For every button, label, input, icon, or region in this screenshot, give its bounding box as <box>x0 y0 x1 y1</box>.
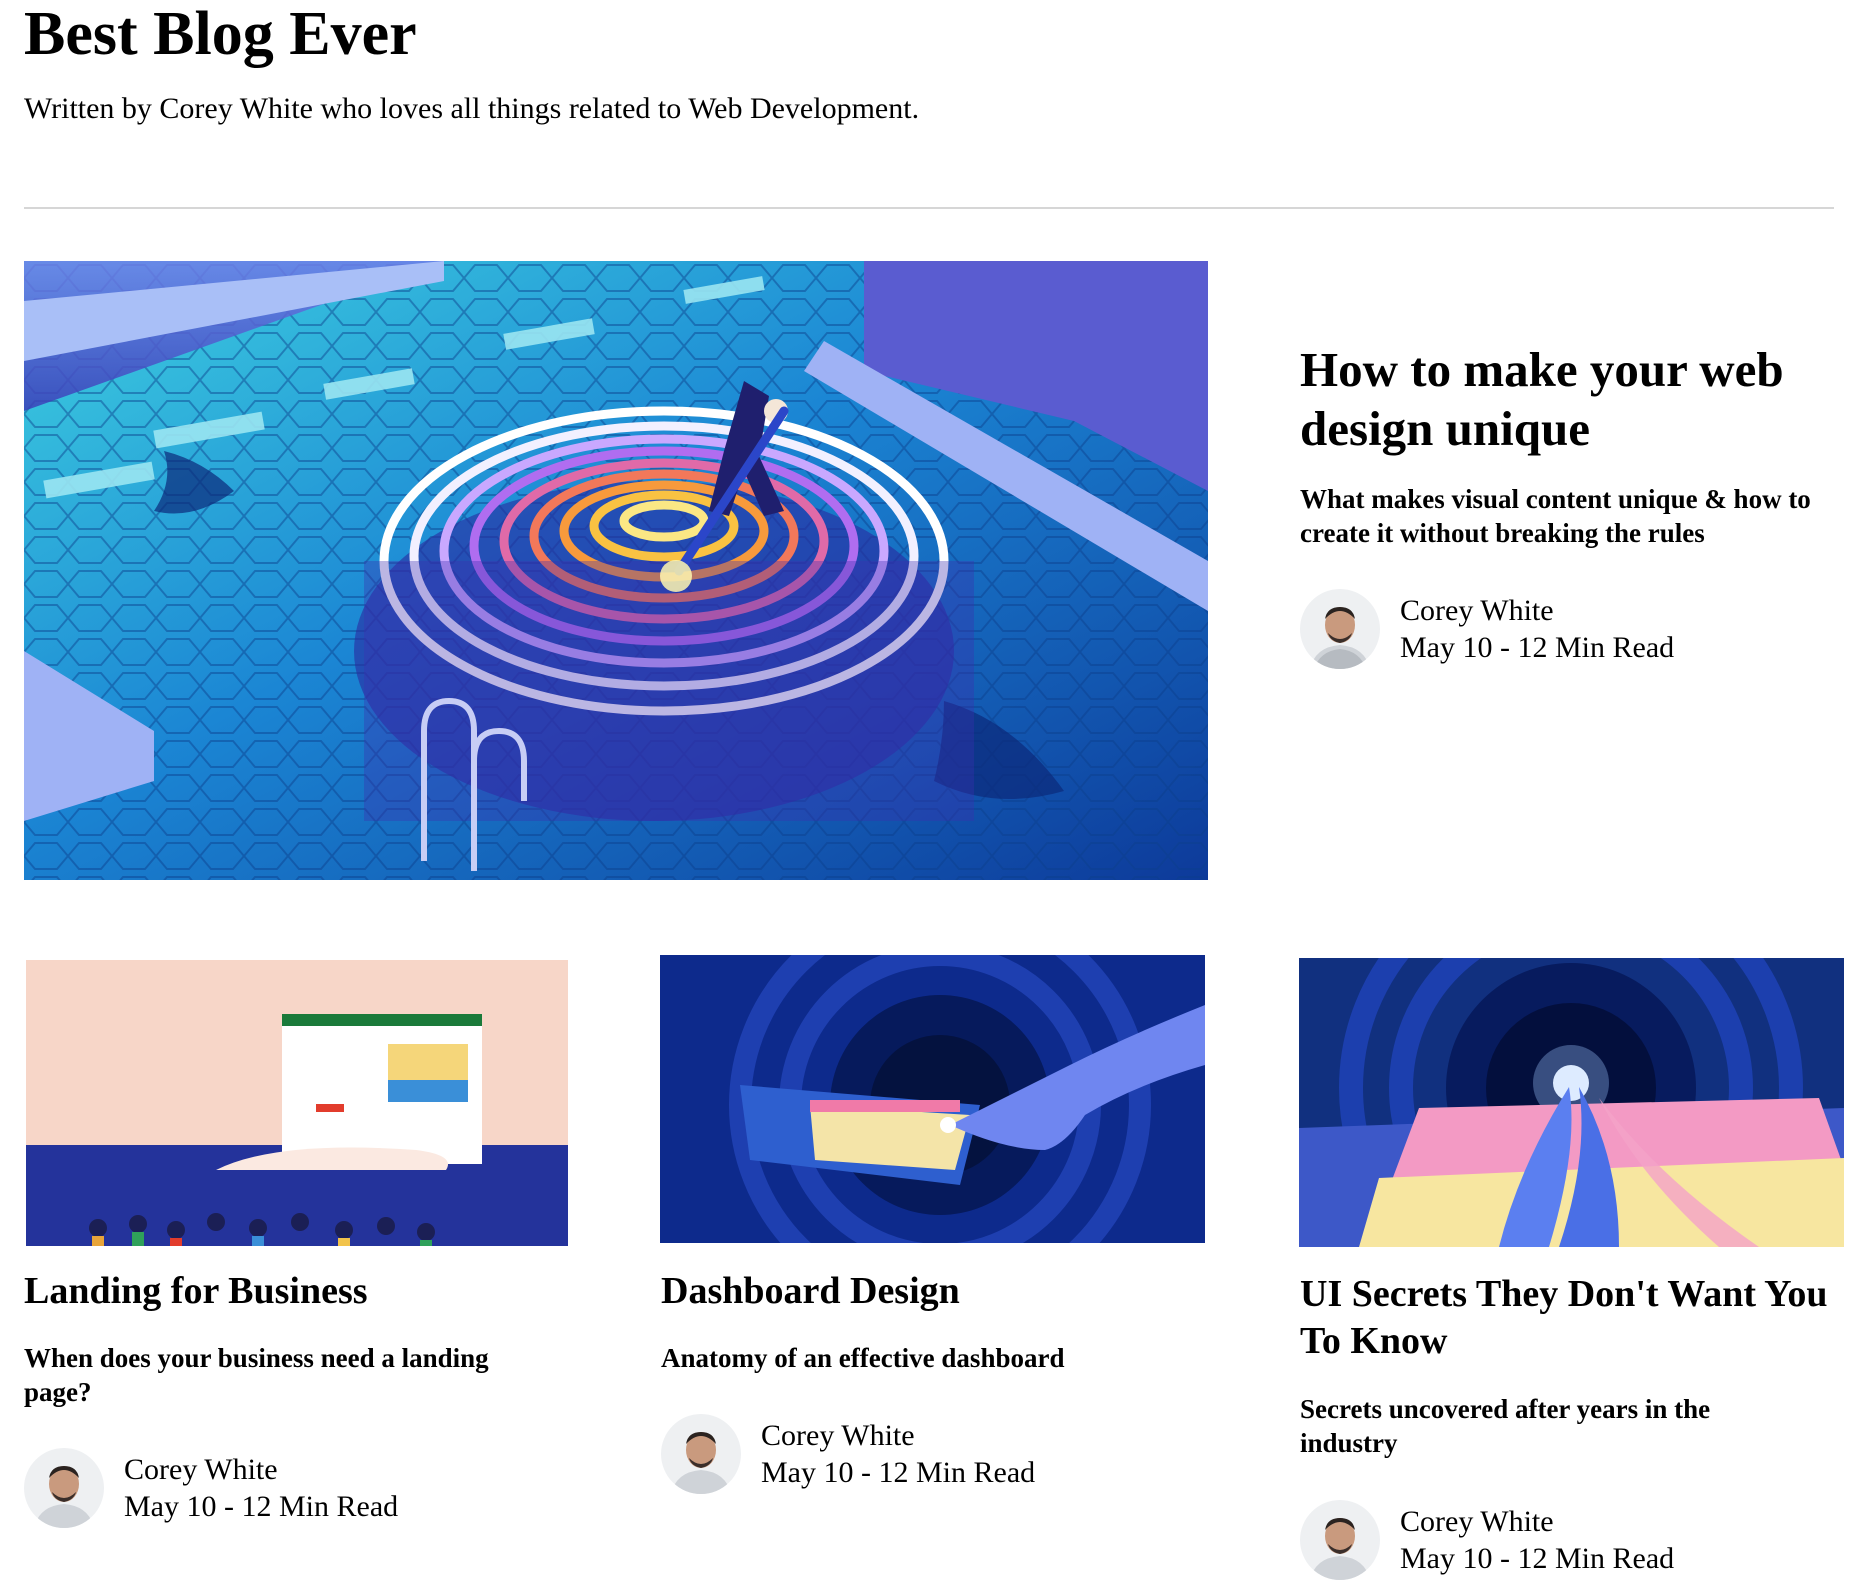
post-image-landing[interactable] <box>26 960 568 1246</box>
fingerprint-pool-illustration <box>24 261 1208 880</box>
post-meta: May 10 - 12 Min Read <box>1400 1542 1675 1575</box>
author-name[interactable]: Corey White <box>124 1451 398 1488</box>
author-avatar <box>661 1414 741 1494</box>
featured-post-image[interactable] <box>24 261 1208 880</box>
post-title-dashboard[interactable]: Dashboard Design <box>661 1268 1206 1314</box>
post-subtitle-landing: When does your business need a landing p… <box>24 1343 489 1407</box>
post-image-dashboard[interactable] <box>660 955 1205 1243</box>
dashboard-hand-illustration <box>660 955 1205 1243</box>
post-author-dashboard: Corey White May 10 - 12 Min Read <box>661 1414 1035 1494</box>
avatar-portrait-icon <box>1300 1500 1380 1580</box>
site-title: Best Blog Ever <box>24 0 417 68</box>
header-divider <box>24 207 1834 209</box>
landing-page-people-illustration <box>26 960 568 1246</box>
post-author-ui-secrets: Corey White May 10 - 12 Min Read <box>1300 1500 1674 1580</box>
author-name[interactable]: Corey White <box>761 1417 1035 1454</box>
author-avatar <box>1300 1500 1380 1580</box>
author-avatar <box>24 1448 104 1528</box>
post-meta: May 10 - 12 Min Read <box>761 1456 1036 1489</box>
post-author-landing: Corey White May 10 - 12 Min Read <box>24 1448 398 1528</box>
post-meta: May 10 - 12 Min Read <box>1400 631 1675 664</box>
post-title-landing[interactable]: Landing for Business <box>24 1268 564 1314</box>
avatar-portrait-icon <box>661 1414 741 1494</box>
post-subtitle-ui-secrets: Secrets uncovered after years in the ind… <box>1300 1394 1711 1458</box>
author-name[interactable]: Corey White <box>1400 1503 1674 1540</box>
post-title-ui-secrets[interactable]: UI Secrets They Don't Want You To Know <box>1300 1271 1834 1365</box>
post-meta: May 10 - 12 Min Read <box>124 1490 399 1523</box>
author-avatar <box>1300 589 1380 669</box>
author-name[interactable]: Corey White <box>1400 592 1674 629</box>
featured-post-title[interactable]: How to make your web design unique <box>1300 340 1834 458</box>
featured-post-subtitle: What makes visual content unique & how t… <box>1300 484 1811 548</box>
avatar-portrait-icon <box>1300 589 1380 669</box>
ui-portal-illustration <box>1299 958 1844 1247</box>
post-subtitle-dashboard: Anatomy of an effective dashboard <box>661 1343 1065 1373</box>
avatar-portrait-icon <box>24 1448 104 1528</box>
featured-post-author: Corey White May 10 - 12 Min Read <box>1300 589 1674 669</box>
post-image-ui-secrets[interactable] <box>1299 958 1844 1247</box>
site-subtitle: Written by Corey White who loves all thi… <box>24 92 920 125</box>
